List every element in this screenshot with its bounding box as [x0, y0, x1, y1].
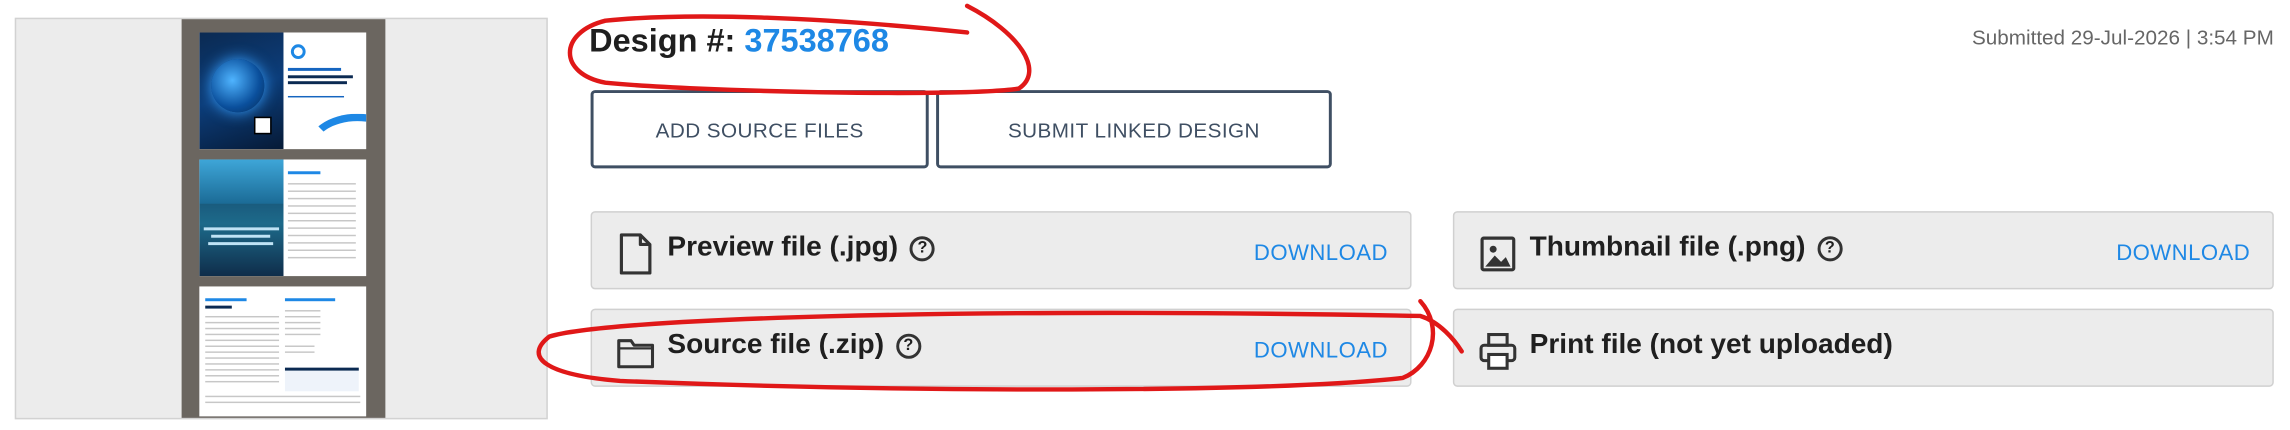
- source-file-card: Source file (.zip)? DOWNLOAD: [590, 308, 1412, 387]
- submitted-timestamp: Submitted 29-Jul-2026 | 3:54 PM: [1971, 25, 2274, 49]
- design-thumbnail-panel: [14, 17, 548, 420]
- thumbnail-page-1: [199, 32, 367, 150]
- design-thumbnail[interactable]: [181, 19, 386, 418]
- source-download-link[interactable]: DOWNLOAD: [1254, 338, 1388, 363]
- thumbnail-download-link[interactable]: DOWNLOAD: [2116, 241, 2250, 266]
- design-label: Design #:: [589, 22, 736, 60]
- preview-download-link[interactable]: DOWNLOAD: [1254, 241, 1388, 266]
- source-file-label: Source file (.zip): [667, 329, 885, 361]
- print-file-label: Print file (not yet uploaded): [1529, 329, 1893, 361]
- add-source-files-button[interactable]: ADD SOURCE FILES: [590, 90, 929, 169]
- page-title: Design #: 37538768: [589, 22, 889, 60]
- preview-file-label: Preview file (.jpg): [667, 231, 899, 263]
- folder-icon: [617, 339, 655, 369]
- thumbnail-file-title: Thumbnail file (.png)?: [1530, 232, 1843, 264]
- thumbnail-page-2: [199, 159, 367, 277]
- print-file-card: Print file (not yet uploaded): [1452, 308, 2274, 387]
- file-icon: [619, 233, 652, 275]
- submit-linked-design-button[interactable]: SUBMIT LINKED DESIGN: [936, 90, 1332, 169]
- thumbnail-file-label: Thumbnail file (.png): [1529, 231, 1806, 263]
- thumbnail-page-3: [199, 286, 367, 417]
- help-icon[interactable]: ?: [895, 333, 921, 359]
- thumbnail-file-card: Thumbnail file (.png)? DOWNLOAD: [1452, 211, 2274, 290]
- preview-file-title: Preview file (.jpg)?: [667, 231, 936, 264]
- source-file-title: Source file (.zip)?: [667, 329, 921, 361]
- preview-file-card: Preview file (.jpg)? DOWNLOAD: [590, 211, 1412, 290]
- design-number[interactable]: 37538768: [744, 22, 889, 59]
- printer-icon: [1479, 333, 1517, 370]
- help-icon[interactable]: ?: [1817, 236, 1843, 262]
- help-icon[interactable]: ?: [909, 236, 936, 262]
- image-icon: [1480, 236, 1516, 272]
